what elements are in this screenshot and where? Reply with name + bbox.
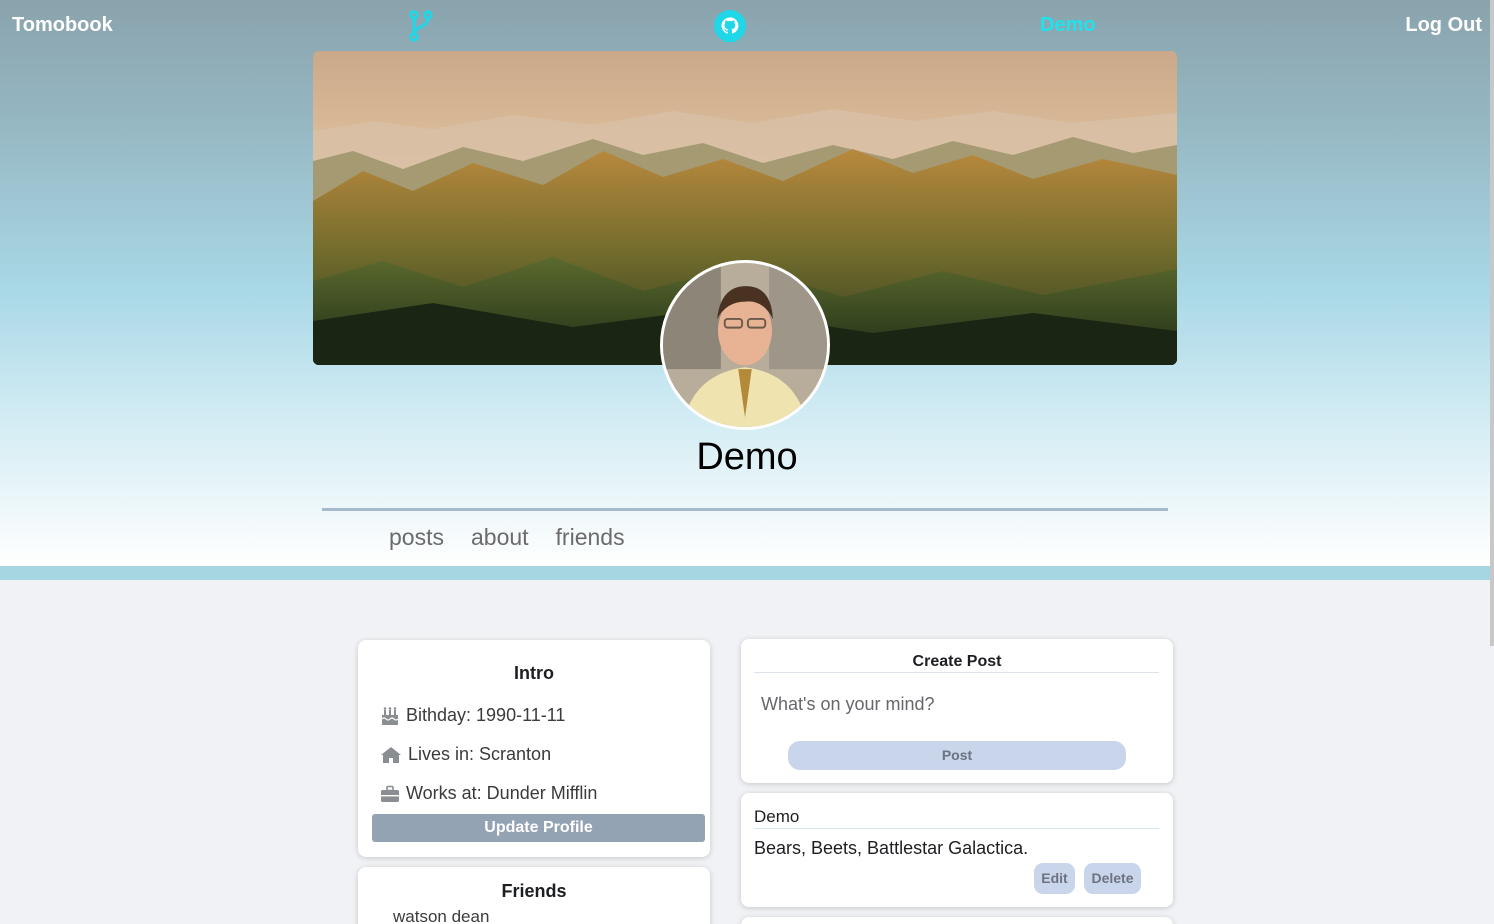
update-profile-button[interactable]: Update Profile — [372, 814, 705, 842]
page-scrollbar[interactable] — [1490, 0, 1494, 646]
intro-title: Intro — [514, 663, 554, 683]
intro-works-at: Works at: Dunder Mifflin — [380, 783, 597, 804]
birthday-cake-icon — [380, 706, 400, 725]
friends-title: Friends — [501, 881, 567, 901]
friends-card: Friends watson dean — [358, 867, 710, 924]
create-post-divider — [754, 672, 1159, 673]
github-icon[interactable] — [713, 9, 747, 43]
profile-tabs: posts about friends — [389, 524, 652, 551]
home-icon — [380, 746, 402, 764]
intro-birthday: Bithday: 1990-11-11 — [380, 705, 565, 726]
post-author[interactable]: Demo — [754, 807, 799, 827]
create-post-title: Create Post — [912, 653, 1002, 670]
intro-birthday-text: Bithday: 1990-11-11 — [406, 705, 566, 725]
nav-current-user-link[interactable]: Demo — [1040, 14, 1096, 37]
tab-posts[interactable]: posts — [389, 524, 444, 551]
intro-works-at-text: Works at: Dunder Mifflin — [406, 783, 598, 803]
profile-avatar[interactable] — [660, 260, 830, 430]
logout-button[interactable]: Log Out — [1405, 14, 1482, 37]
intro-lives-in: Lives in: Scranton — [380, 744, 551, 765]
profile-name: Demo — [696, 436, 798, 478]
header-bottom-band — [0, 566, 1494, 580]
profile-divider — [322, 508, 1168, 511]
git-branch-icon[interactable] — [404, 9, 438, 43]
intro-card: Intro Bithday: 1990-11-11 Lives in: Scra… — [358, 640, 710, 857]
create-post-card: Create Post Post — [741, 639, 1173, 783]
tab-friends[interactable]: friends — [556, 524, 625, 551]
friend-list-item[interactable]: watson dean — [393, 907, 489, 924]
post-body: Bears, Beets, Battlestar Galactica. — [754, 838, 1029, 858]
delete-post-button[interactable]: Delete — [1084, 863, 1141, 894]
intro-lives-in-text: Lives in: Scranton — [408, 744, 552, 764]
brand-logo[interactable]: Tomobook — [12, 14, 113, 37]
edit-post-button[interactable]: Edit — [1034, 863, 1075, 894]
tab-about[interactable]: about — [471, 524, 529, 551]
post-divider — [754, 828, 1159, 829]
post-card: Demo Bears, Beets, Battlestar Galactica.… — [741, 793, 1173, 907]
post-card-partial — [741, 917, 1173, 924]
post-text-input[interactable] — [761, 691, 1151, 717]
briefcase-icon — [380, 785, 400, 803]
post-submit-button[interactable]: Post — [788, 741, 1126, 770]
